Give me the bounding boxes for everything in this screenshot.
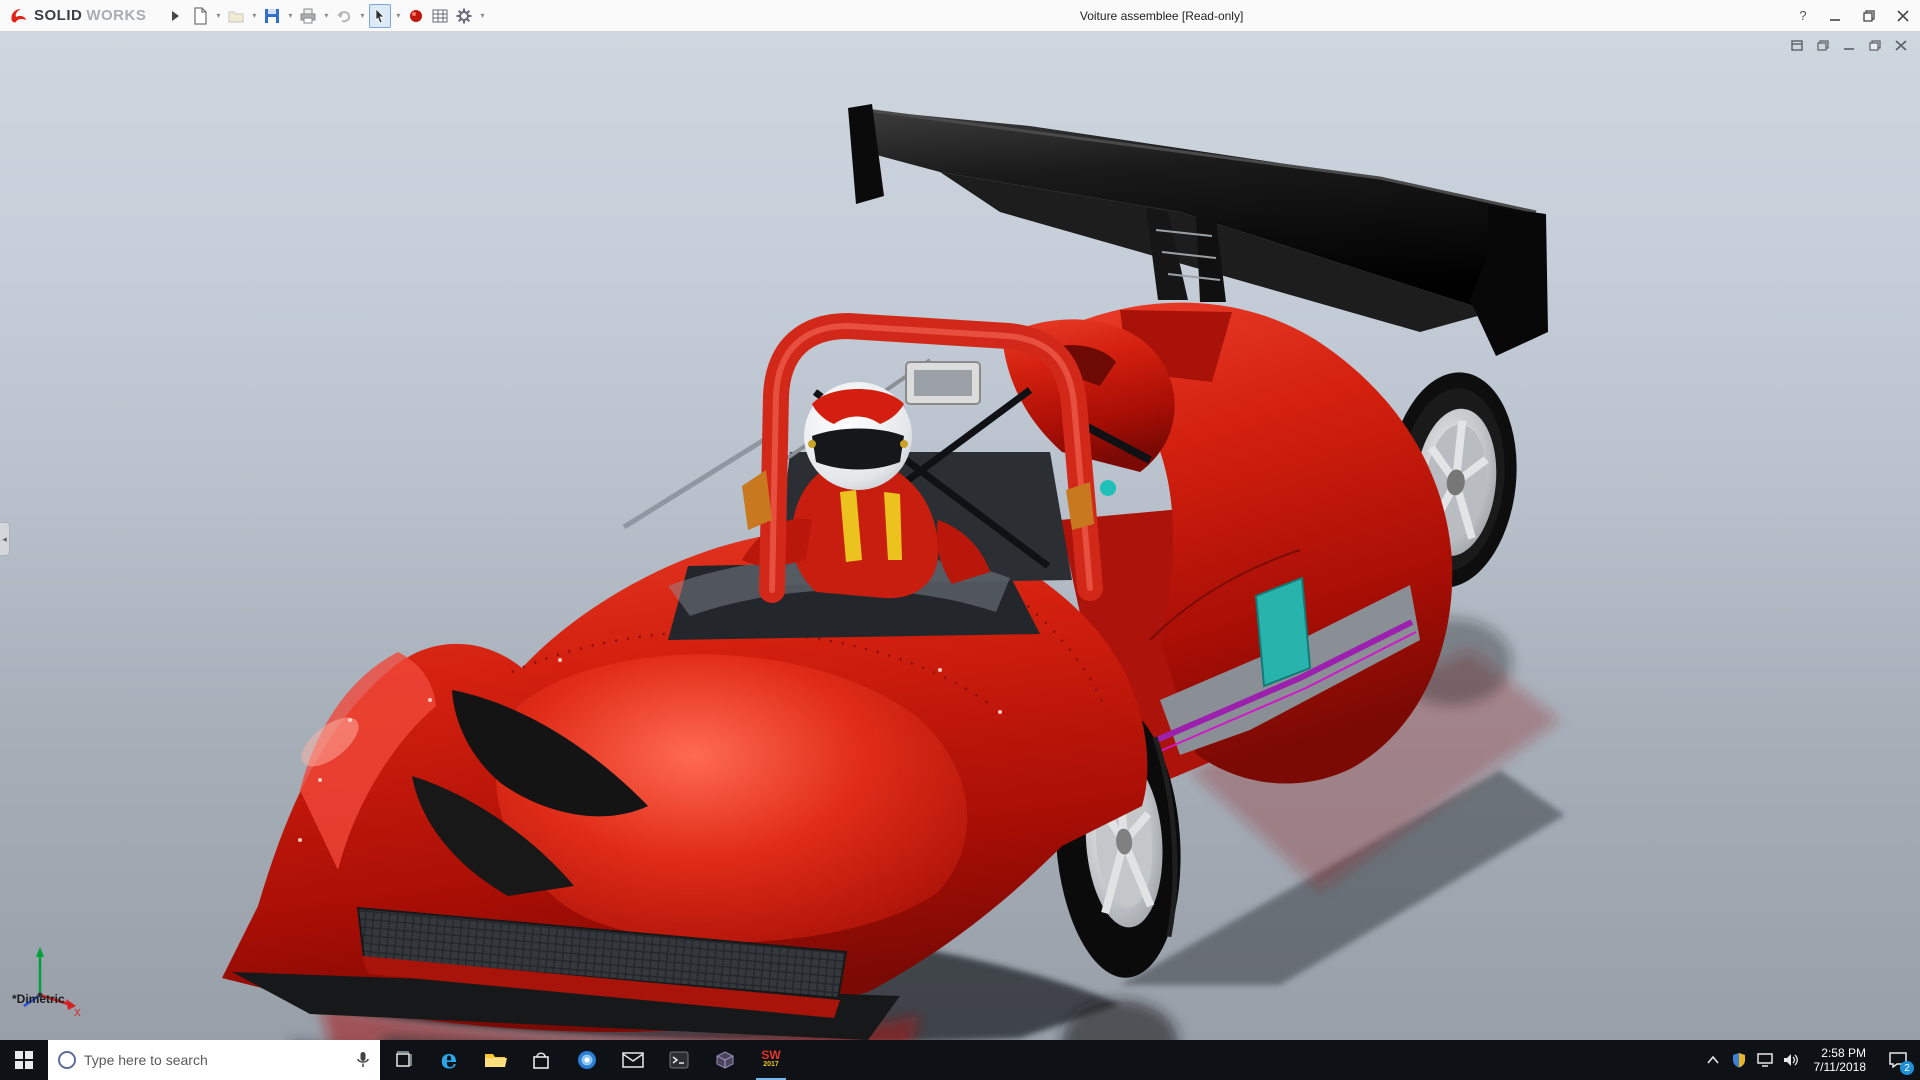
windows-taskbar: Type here to search e SW 2017 [0,1040,1920,1080]
solidworks-taskbar-icon: SW 2017 [761,1050,780,1070]
print-dropdown[interactable]: ▾ [321,11,331,20]
new-document-icon [191,7,209,25]
save-dropdown[interactable]: ▾ [285,11,295,20]
cad-viewer-cube-icon [715,1050,735,1070]
taskbar-app-browser[interactable] [564,1040,610,1080]
orientation-triad: X [24,947,81,1019]
window-controls: ? [1788,0,1920,31]
race-car-model[interactable]: X [0,0,1920,1080]
store-bag-icon [531,1050,551,1070]
tray-security-button[interactable] [1726,1040,1752,1080]
triad-x-label: X [74,1008,81,1019]
file-explorer-icon [483,1050,507,1070]
new-document-button[interactable] [189,4,211,28]
options-button[interactable] [453,4,475,28]
appearance-sphere-icon [407,7,425,25]
notification-badge: 2 [1900,1061,1914,1075]
minimize-icon [1829,10,1841,22]
open-button[interactable] [225,4,247,28]
save-button[interactable] [261,4,283,28]
task-view-icon [393,1050,413,1070]
options-dropdown[interactable]: ▾ [477,11,487,20]
view-orientation-label: *Dimetric [12,992,65,1006]
select-cursor-icon [371,7,389,25]
document-title: Voiture assemblee [Read-only] [1080,9,1243,23]
tray-show-hidden-button[interactable] [1700,1040,1726,1080]
chevron-up-icon [1707,1056,1719,1064]
edge-icon: e [441,1047,458,1073]
taskbar-app-console[interactable] [656,1040,702,1080]
undo-arrow-icon [335,7,353,25]
taskbar-app-viewer[interactable] [702,1040,748,1080]
restore-button[interactable] [1852,0,1886,31]
search-placeholder: Type here to search [84,1052,348,1068]
save-floppy-icon [263,7,281,25]
minimize-button[interactable] [1818,0,1852,31]
task-view-button[interactable] [380,1040,426,1080]
gear-icon [455,7,473,25]
restore-icon [1863,10,1875,22]
taskbar-app-file-explorer[interactable] [472,1040,518,1080]
undo-dropdown[interactable]: ▾ [357,11,367,20]
print-button[interactable] [297,4,319,28]
console-icon [669,1051,689,1069]
cortana-icon [58,1051,76,1069]
menu-flyout-arrow-icon[interactable] [172,11,179,21]
printer-icon [299,7,317,25]
undo-button[interactable] [333,4,355,28]
browser-globe-icon [576,1049,598,1071]
brand-solid: SOLID [34,7,82,24]
taskbar-clock[interactable]: 2:58 PM 7/11/2018 [1804,1046,1877,1074]
close-button[interactable] [1886,0,1920,31]
app-titlebar: SOLIDWORKS ▾ ▾ ▾ ▾ ▾ ▾ [0,0,1920,32]
start-button[interactable] [0,1040,48,1080]
appearance-button[interactable] [405,4,427,28]
security-shield-icon [1732,1052,1746,1068]
taskbar-app-store[interactable] [518,1040,564,1080]
sw-year: 2017 [763,1060,779,1070]
sw-label: SW [761,1050,780,1060]
clock-time: 2:58 PM [1814,1046,1867,1060]
design-table-button[interactable] [429,4,451,28]
network-icon [1757,1053,1773,1067]
taskbar-app-edge[interactable]: e [426,1040,472,1080]
brand-works: WORKS [86,7,146,24]
clock-date: 7/11/2018 [1814,1060,1867,1074]
taskbar-search-input[interactable]: Type here to search [48,1040,380,1080]
new-document-dropdown[interactable]: ▾ [213,11,223,20]
taskbar-app-solidworks[interactable]: SW 2017 [748,1040,794,1080]
select-dropdown[interactable]: ▾ [393,11,403,20]
close-icon [1897,10,1909,22]
mail-envelope-icon [622,1052,644,1068]
solidworks-logo-icon [8,6,30,26]
solidworks-brand: SOLIDWORKS [0,6,156,26]
windows-logo-icon [15,1051,33,1069]
tray-network-button[interactable] [1752,1040,1778,1080]
microphone-icon[interactable] [356,1051,370,1069]
quick-access-toolbar: ▾ ▾ ▾ ▾ ▾ ▾ ▾ [189,4,487,28]
help-button[interactable]: ? [1788,8,1818,23]
select-button[interactable] [369,4,391,28]
tray-volume-button[interactable] [1778,1040,1804,1080]
speaker-icon [1783,1053,1799,1067]
taskbar-app-mail[interactable] [610,1040,656,1080]
desktop-screen: ◂ [0,0,1920,1080]
system-tray: 2:58 PM 7/11/2018 2 [1700,1040,1920,1080]
open-dropdown[interactable]: ▾ [249,11,259,20]
action-center-button[interactable]: 2 [1876,1040,1920,1080]
open-folder-icon [227,7,245,25]
table-grid-icon [431,7,449,25]
